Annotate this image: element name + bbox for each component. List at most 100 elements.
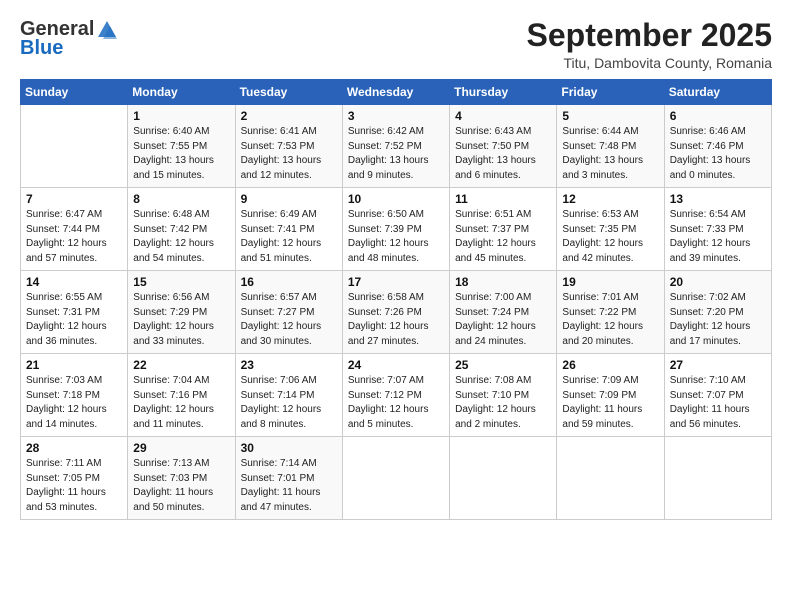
calendar-header-row: Sunday Monday Tuesday Wednesday Thursday…	[21, 80, 772, 105]
day-number: 23	[241, 358, 337, 372]
calendar-cell: 27 Sunrise: 7:10 AMSunset: 7:07 PMDaylig…	[664, 354, 771, 437]
logo-icon	[96, 19, 118, 41]
calendar-cell	[21, 105, 128, 188]
logo: General Blue	[20, 18, 118, 60]
day-number: 10	[348, 192, 444, 206]
day-number: 28	[26, 441, 122, 455]
day-number: 6	[670, 109, 766, 123]
calendar-cell: 11 Sunrise: 6:51 AMSunset: 7:37 PMDaylig…	[450, 188, 557, 271]
calendar-cell: 18 Sunrise: 7:00 AMSunset: 7:24 PMDaylig…	[450, 271, 557, 354]
day-number: 22	[133, 358, 229, 372]
day-number: 13	[670, 192, 766, 206]
day-number: 4	[455, 109, 551, 123]
col-monday: Monday	[128, 80, 235, 105]
day-info: Sunrise: 6:47 AMSunset: 7:44 PMDaylight:…	[26, 209, 107, 264]
calendar-cell	[664, 437, 771, 520]
calendar-cell: 9 Sunrise: 6:49 AMSunset: 7:41 PMDayligh…	[235, 188, 342, 271]
day-number: 18	[455, 275, 551, 289]
calendar-cell	[342, 437, 449, 520]
calendar-cell	[557, 437, 664, 520]
day-info: Sunrise: 7:08 AMSunset: 7:10 PMDaylight:…	[455, 375, 536, 430]
calendar-week-row: 1 Sunrise: 6:40 AMSunset: 7:55 PMDayligh…	[21, 105, 772, 188]
calendar-cell: 17 Sunrise: 6:58 AMSunset: 7:26 PMDaylig…	[342, 271, 449, 354]
day-info: Sunrise: 6:40 AMSunset: 7:55 PMDaylight:…	[133, 126, 214, 181]
col-saturday: Saturday	[664, 80, 771, 105]
day-number: 9	[241, 192, 337, 206]
calendar-cell: 8 Sunrise: 6:48 AMSunset: 7:42 PMDayligh…	[128, 188, 235, 271]
calendar-cell: 4 Sunrise: 6:43 AMSunset: 7:50 PMDayligh…	[450, 105, 557, 188]
calendar-week-row: 14 Sunrise: 6:55 AMSunset: 7:31 PMDaylig…	[21, 271, 772, 354]
day-info: Sunrise: 6:55 AMSunset: 7:31 PMDaylight:…	[26, 292, 107, 347]
day-info: Sunrise: 6:58 AMSunset: 7:26 PMDaylight:…	[348, 292, 429, 347]
page: General Blue September 2025 Titu, Dambov…	[0, 0, 792, 612]
calendar-cell: 26 Sunrise: 7:09 AMSunset: 7:09 PMDaylig…	[557, 354, 664, 437]
day-number: 14	[26, 275, 122, 289]
calendar-cell: 19 Sunrise: 7:01 AMSunset: 7:22 PMDaylig…	[557, 271, 664, 354]
col-thursday: Thursday	[450, 80, 557, 105]
calendar-cell: 22 Sunrise: 7:04 AMSunset: 7:16 PMDaylig…	[128, 354, 235, 437]
day-info: Sunrise: 6:54 AMSunset: 7:33 PMDaylight:…	[670, 209, 751, 264]
day-number: 11	[455, 192, 551, 206]
calendar-cell: 10 Sunrise: 6:50 AMSunset: 7:39 PMDaylig…	[342, 188, 449, 271]
day-number: 19	[562, 275, 658, 289]
day-info: Sunrise: 7:04 AMSunset: 7:16 PMDaylight:…	[133, 375, 214, 430]
calendar-cell: 15 Sunrise: 6:56 AMSunset: 7:29 PMDaylig…	[128, 271, 235, 354]
calendar-cell: 6 Sunrise: 6:46 AMSunset: 7:46 PMDayligh…	[664, 105, 771, 188]
day-info: Sunrise: 7:03 AMSunset: 7:18 PMDaylight:…	[26, 375, 107, 430]
title-block: September 2025 Titu, Dambovita County, R…	[527, 18, 772, 71]
calendar-cell: 5 Sunrise: 6:44 AMSunset: 7:48 PMDayligh…	[557, 105, 664, 188]
calendar-cell: 14 Sunrise: 6:55 AMSunset: 7:31 PMDaylig…	[21, 271, 128, 354]
day-info: Sunrise: 7:02 AMSunset: 7:20 PMDaylight:…	[670, 292, 751, 347]
day-number: 3	[348, 109, 444, 123]
calendar-cell: 16 Sunrise: 6:57 AMSunset: 7:27 PMDaylig…	[235, 271, 342, 354]
col-wednesday: Wednesday	[342, 80, 449, 105]
day-info: Sunrise: 7:09 AMSunset: 7:09 PMDaylight:…	[562, 375, 642, 430]
calendar-cell: 21 Sunrise: 7:03 AMSunset: 7:18 PMDaylig…	[21, 354, 128, 437]
calendar-cell: 3 Sunrise: 6:42 AMSunset: 7:52 PMDayligh…	[342, 105, 449, 188]
day-number: 26	[562, 358, 658, 372]
day-number: 24	[348, 358, 444, 372]
day-number: 21	[26, 358, 122, 372]
day-number: 20	[670, 275, 766, 289]
day-number: 30	[241, 441, 337, 455]
day-info: Sunrise: 7:07 AMSunset: 7:12 PMDaylight:…	[348, 375, 429, 430]
day-number: 8	[133, 192, 229, 206]
day-number: 12	[562, 192, 658, 206]
day-info: Sunrise: 7:13 AMSunset: 7:03 PMDaylight:…	[133, 458, 213, 513]
day-info: Sunrise: 7:01 AMSunset: 7:22 PMDaylight:…	[562, 292, 643, 347]
day-number: 29	[133, 441, 229, 455]
day-info: Sunrise: 7:14 AMSunset: 7:01 PMDaylight:…	[241, 458, 321, 513]
day-number: 25	[455, 358, 551, 372]
calendar-cell: 1 Sunrise: 6:40 AMSunset: 7:55 PMDayligh…	[128, 105, 235, 188]
day-info: Sunrise: 6:51 AMSunset: 7:37 PMDaylight:…	[455, 209, 536, 264]
location: Titu, Dambovita County, Romania	[527, 55, 772, 71]
day-info: Sunrise: 6:57 AMSunset: 7:27 PMDaylight:…	[241, 292, 322, 347]
day-info: Sunrise: 6:46 AMSunset: 7:46 PMDaylight:…	[670, 126, 751, 181]
header: General Blue September 2025 Titu, Dambov…	[20, 18, 772, 71]
day-info: Sunrise: 7:06 AMSunset: 7:14 PMDaylight:…	[241, 375, 322, 430]
calendar-cell: 23 Sunrise: 7:06 AMSunset: 7:14 PMDaylig…	[235, 354, 342, 437]
day-number: 7	[26, 192, 122, 206]
day-number: 17	[348, 275, 444, 289]
logo-blue: Blue	[20, 37, 63, 60]
calendar-cell	[450, 437, 557, 520]
calendar-cell: 20 Sunrise: 7:02 AMSunset: 7:20 PMDaylig…	[664, 271, 771, 354]
day-number: 15	[133, 275, 229, 289]
col-tuesday: Tuesday	[235, 80, 342, 105]
calendar-cell: 24 Sunrise: 7:07 AMSunset: 7:12 PMDaylig…	[342, 354, 449, 437]
day-info: Sunrise: 6:48 AMSunset: 7:42 PMDaylight:…	[133, 209, 214, 264]
day-number: 2	[241, 109, 337, 123]
calendar-cell: 13 Sunrise: 6:54 AMSunset: 7:33 PMDaylig…	[664, 188, 771, 271]
calendar-cell: 12 Sunrise: 6:53 AMSunset: 7:35 PMDaylig…	[557, 188, 664, 271]
day-info: Sunrise: 6:41 AMSunset: 7:53 PMDaylight:…	[241, 126, 322, 181]
day-number: 5	[562, 109, 658, 123]
day-info: Sunrise: 6:49 AMSunset: 7:41 PMDaylight:…	[241, 209, 322, 264]
day-info: Sunrise: 6:56 AMSunset: 7:29 PMDaylight:…	[133, 292, 214, 347]
calendar-cell: 2 Sunrise: 6:41 AMSunset: 7:53 PMDayligh…	[235, 105, 342, 188]
day-info: Sunrise: 7:10 AMSunset: 7:07 PMDaylight:…	[670, 375, 750, 430]
calendar-cell: 30 Sunrise: 7:14 AMSunset: 7:01 PMDaylig…	[235, 437, 342, 520]
day-info: Sunrise: 6:43 AMSunset: 7:50 PMDaylight:…	[455, 126, 536, 181]
calendar-cell: 28 Sunrise: 7:11 AMSunset: 7:05 PMDaylig…	[21, 437, 128, 520]
day-number: 16	[241, 275, 337, 289]
day-number: 1	[133, 109, 229, 123]
